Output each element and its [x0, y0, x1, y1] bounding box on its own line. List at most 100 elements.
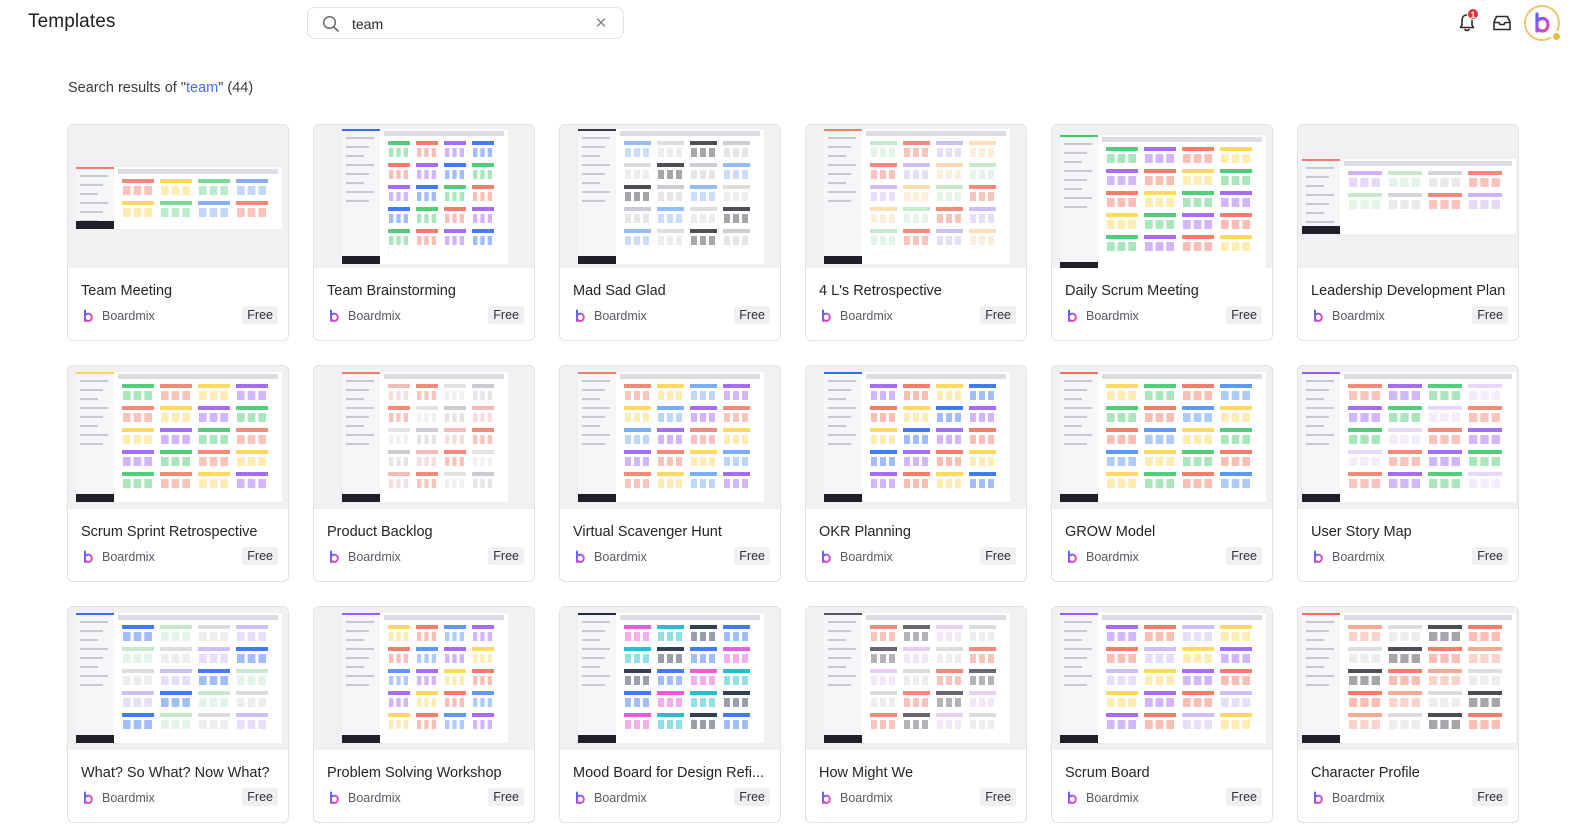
- author-name: Boardmix: [102, 550, 155, 564]
- template-name: How Might We: [819, 765, 914, 781]
- template-author: Boardmix: [327, 309, 401, 323]
- price-badge: Free: [980, 547, 1016, 565]
- template-author: Boardmix: [81, 791, 155, 805]
- template-thumbnail: [806, 607, 1026, 750]
- template-card[interactable]: Team Meeting Boardmix Free: [67, 124, 289, 341]
- template-card[interactable]: Character Profile Boardmix Free: [1297, 606, 1519, 823]
- template-name: Leadership Development Plan: [1311, 283, 1506, 299]
- template-name: Virtual Scavenger Hunt: [573, 524, 722, 540]
- template-author: Boardmix: [1065, 550, 1139, 564]
- template-preview-image: [1060, 135, 1266, 268]
- boardmix-logo-icon: [84, 309, 93, 323]
- template-name: Team Meeting: [81, 283, 173, 299]
- top-bar: Templates ✕ 1: [0, 0, 1578, 46]
- template-thumbnail: [806, 366, 1026, 509]
- template-author: Boardmix: [1065, 309, 1139, 323]
- price-badge: Free: [242, 788, 278, 806]
- template-card[interactable]: Virtual Scavenger Hunt Boardmix Free: [559, 365, 781, 582]
- template-name: Mad Sad Glad: [573, 283, 666, 299]
- template-card[interactable]: What? So What? Now What? Boardmix Free: [67, 606, 289, 823]
- template-name: Team Brainstorming: [327, 283, 456, 299]
- boardmix-logo-icon: [576, 791, 585, 805]
- template-card[interactable]: Leadership Development Plan Boardmix Free: [1297, 124, 1519, 341]
- price-badge: Free: [1226, 788, 1262, 806]
- template-preview-image: [1302, 159, 1516, 234]
- template-name: Mood Board for Design Refi...: [573, 765, 765, 781]
- template-card[interactable]: Mad Sad Glad Boardmix Free: [559, 124, 781, 341]
- price-badge: Free: [734, 788, 770, 806]
- boardmix-logo-icon: [576, 309, 585, 323]
- boardmix-logo-icon: [330, 550, 339, 564]
- author-name: Boardmix: [102, 791, 155, 805]
- inbox-icon[interactable]: [1491, 13, 1513, 33]
- search-input[interactable]: [352, 13, 582, 35]
- search-box[interactable]: ✕: [307, 7, 624, 39]
- template-thumbnail: [1052, 366, 1272, 509]
- template-preview-image: [578, 129, 764, 264]
- template-preview-image: [76, 167, 282, 229]
- results-keyword: team: [185, 80, 219, 96]
- template-author: Boardmix: [327, 550, 401, 564]
- price-badge: Free: [242, 547, 278, 565]
- user-avatar[interactable]: [1524, 5, 1562, 42]
- author-name: Boardmix: [1086, 550, 1139, 564]
- template-name: Scrum Board: [1065, 765, 1150, 781]
- boardmix-logo-icon: [1314, 550, 1323, 564]
- template-preview-image: [76, 613, 282, 743]
- template-name: Daily Scrum Meeting: [1065, 283, 1199, 299]
- template-name: Problem Solving Workshop: [327, 765, 502, 781]
- template-preview-image: [342, 613, 508, 743]
- template-card[interactable]: Problem Solving Workshop Boardmix Free: [313, 606, 535, 823]
- boardmix-logo-icon: [84, 550, 93, 564]
- template-card[interactable]: Daily Scrum Meeting Boardmix Free: [1051, 124, 1273, 341]
- results-suffix: " (44): [218, 80, 254, 96]
- price-badge: Free: [980, 306, 1016, 324]
- price-badge: Free: [1472, 788, 1508, 806]
- template-thumbnail: [560, 125, 780, 268]
- template-thumbnail: [68, 607, 288, 750]
- template-thumbnail: [1298, 125, 1518, 268]
- boardmix-logo-icon: [1068, 550, 1077, 564]
- boardmix-logo-icon: [330, 791, 339, 805]
- template-grid: Team Meeting Boardmix Free Team Brainstormi…: [67, 124, 1519, 823]
- notification-badge: 1: [1467, 8, 1479, 20]
- price-badge: Free: [488, 788, 524, 806]
- author-name: Boardmix: [594, 791, 647, 805]
- search-icon: [322, 15, 339, 32]
- template-author: Boardmix: [819, 550, 893, 564]
- price-badge: Free: [1472, 547, 1508, 565]
- boardmix-logo-icon: [576, 550, 585, 564]
- clear-search-icon[interactable]: ✕: [593, 16, 609, 32]
- price-badge: Free: [734, 547, 770, 565]
- template-name: Product Backlog: [327, 524, 433, 540]
- template-preview-image: [76, 372, 282, 502]
- template-card[interactable]: Scrum Board Boardmix Free: [1051, 606, 1273, 823]
- template-thumbnail: [1052, 607, 1272, 750]
- template-thumbnail: [1298, 366, 1518, 509]
- template-preview-image: [342, 372, 508, 502]
- author-name: Boardmix: [348, 550, 401, 564]
- boardmix-logo-icon: [1068, 791, 1077, 805]
- results-prefix: Search results of ": [68, 80, 186, 96]
- template-preview-image: [578, 372, 764, 502]
- boardmix-logo-icon: [822, 791, 831, 805]
- author-name: Boardmix: [1332, 550, 1385, 564]
- template-card[interactable]: Product Backlog Boardmix Free: [313, 365, 535, 582]
- template-preview-image: [824, 129, 1010, 264]
- boardmix-logo-icon: [822, 550, 831, 564]
- author-name: Boardmix: [594, 550, 647, 564]
- template-card[interactable]: Team Brainstorming Boardmix Free: [313, 124, 535, 341]
- template-card[interactable]: Mood Board for Design Refi... Boardmix Fre…: [559, 606, 781, 823]
- template-name: User Story Map: [1311, 524, 1412, 540]
- template-name: 4 L's Retrospective: [819, 283, 942, 299]
- template-thumbnail: [1052, 125, 1272, 268]
- template-name: Scrum Sprint Retrospective: [81, 524, 258, 540]
- template-card[interactable]: Scrum Sprint Retrospective Boardmix Free: [67, 365, 289, 582]
- template-name: Character Profile: [1311, 765, 1420, 781]
- boardmix-logo-icon: [330, 309, 339, 323]
- template-card[interactable]: User Story Map Boardmix Free: [1297, 365, 1519, 582]
- template-card[interactable]: How Might We Boardmix Free: [805, 606, 1027, 823]
- template-card[interactable]: GROW Model Boardmix Free: [1051, 365, 1273, 582]
- template-card[interactable]: 4 L's Retrospective Boardmix Free: [805, 124, 1027, 341]
- template-card[interactable]: OKR Planning Boardmix Free: [805, 365, 1027, 582]
